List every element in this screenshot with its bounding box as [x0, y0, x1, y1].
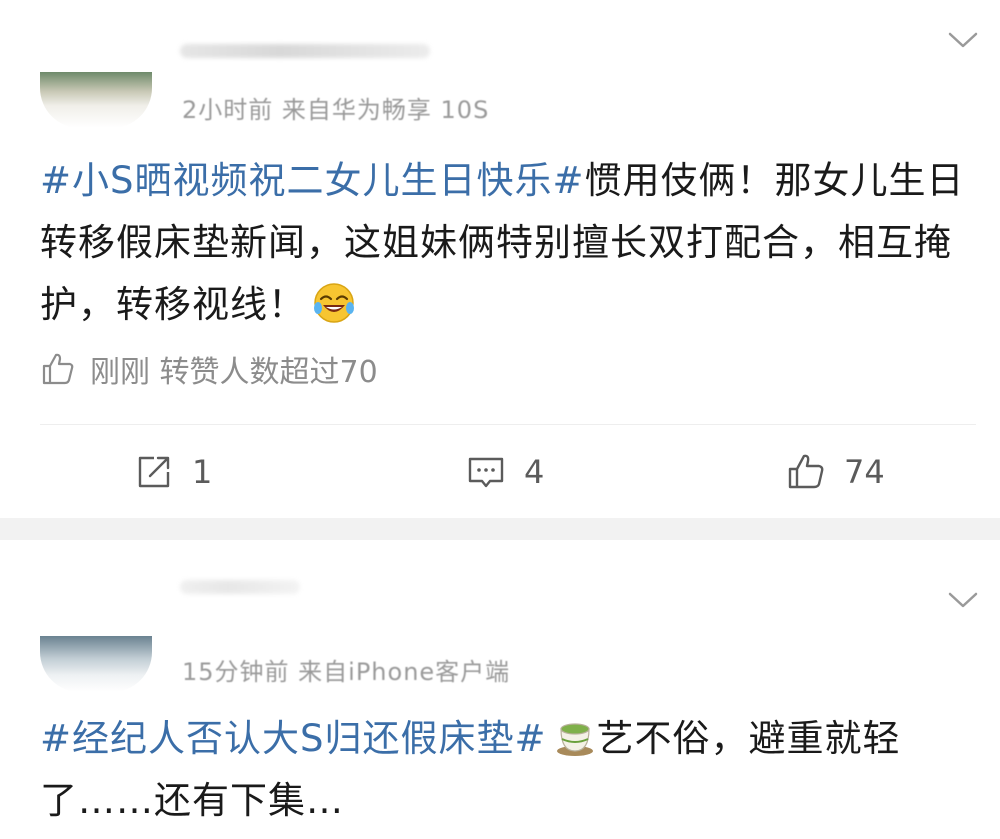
chevron-down-icon[interactable] — [948, 30, 978, 50]
comment-count: 4 — [524, 453, 545, 491]
username-blurred[interactable] — [180, 44, 430, 58]
post-meta: 15分钟前 来自iPhone客户端 — [182, 658, 511, 686]
weibo-post: 2小时前 来自华为畅享 10S #小S晒视频祝二女儿生日快乐#惯用伎俩！那女儿生… — [0, 0, 1000, 518]
like-count: 74 — [844, 453, 885, 491]
laughing-crying-emoji-icon — [314, 283, 354, 323]
chevron-down-icon[interactable] — [948, 590, 978, 610]
comment-button[interactable]: 4 — [466, 442, 544, 502]
avatar[interactable] — [40, 636, 152, 692]
repost-icon — [138, 456, 170, 488]
comment-icon — [468, 457, 504, 488]
post-meta: 2小时前 来自华为畅享 10S — [182, 96, 490, 124]
repost-liked-indicator: 刚刚 转赞人数超过70 — [40, 346, 378, 392]
thumbs-up-icon — [788, 454, 824, 489]
hashtag-link[interactable]: #小S晒视频祝二女儿生日快乐# — [40, 159, 585, 202]
avatar[interactable] — [40, 72, 152, 128]
tea-emoji-icon — [556, 723, 593, 756]
like-button[interactable]: 74 — [786, 442, 885, 502]
divider — [40, 424, 976, 425]
username-blurred[interactable] — [180, 580, 300, 594]
repost-button[interactable]: 1 — [134, 442, 212, 502]
repost-count: 1 — [192, 453, 213, 491]
hashtag-link[interactable]: #经纪人否认大S归还假床垫# — [40, 717, 547, 760]
post-content: #小S晒视频祝二女儿生日快乐#惯用伎俩！那女儿生日转移假床垫新闻，这姐妹俩特别擅… — [40, 150, 970, 336]
weibo-post: 15分钟前 来自iPhone客户端 #经纪人否认大S归还假床垫# 艺不俗，避重就… — [0, 540, 1000, 839]
post-content: #经纪人否认大S归还假床垫# 艺不俗，避重就轻了……还有下集… — [40, 708, 970, 832]
action-bar: 1 4 74 — [0, 442, 1000, 502]
post-separator — [0, 518, 1000, 540]
thumbs-up-icon — [42, 353, 74, 385]
liked-by-text: 刚刚 转赞人数超过70 — [90, 355, 378, 390]
